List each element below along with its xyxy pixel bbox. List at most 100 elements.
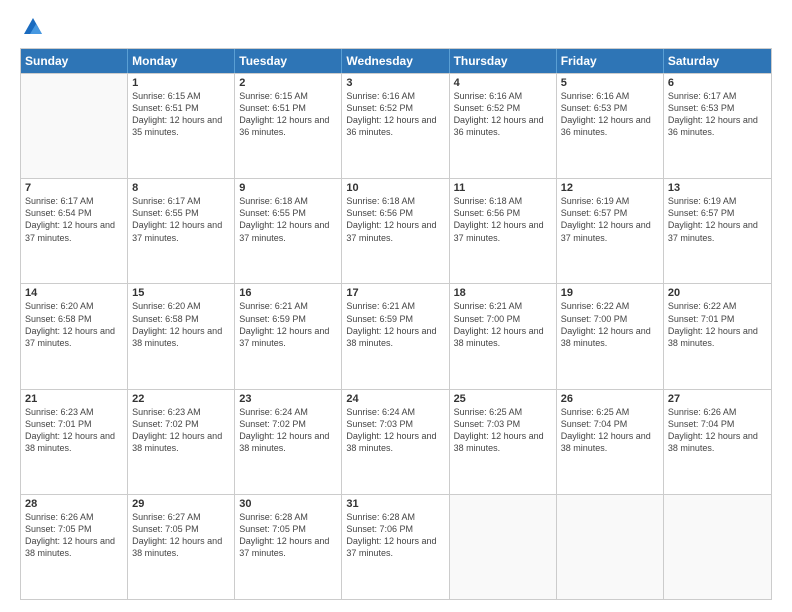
weekday-header: Thursday (450, 49, 557, 73)
day-info: Sunrise: 6:26 AMSunset: 7:05 PMDaylight:… (25, 511, 123, 560)
calendar-cell: 31Sunrise: 6:28 AMSunset: 7:06 PMDayligh… (342, 495, 449, 599)
calendar-cell: 26Sunrise: 6:25 AMSunset: 7:04 PMDayligh… (557, 390, 664, 494)
calendar-cell (664, 495, 771, 599)
calendar-cell: 10Sunrise: 6:18 AMSunset: 6:56 PMDayligh… (342, 179, 449, 283)
day-number: 29 (132, 498, 230, 510)
day-number: 20 (668, 287, 767, 299)
day-number: 19 (561, 287, 659, 299)
day-info: Sunrise: 6:18 AMSunset: 6:56 PMDaylight:… (454, 195, 552, 244)
day-number: 11 (454, 182, 552, 194)
day-info: Sunrise: 6:19 AMSunset: 6:57 PMDaylight:… (561, 195, 659, 244)
day-number: 14 (25, 287, 123, 299)
calendar-cell: 5Sunrise: 6:16 AMSunset: 6:53 PMDaylight… (557, 74, 664, 178)
day-number: 28 (25, 498, 123, 510)
calendar-body: 1Sunrise: 6:15 AMSunset: 6:51 PMDaylight… (21, 73, 771, 599)
calendar-cell (21, 74, 128, 178)
calendar-cell: 25Sunrise: 6:25 AMSunset: 7:03 PMDayligh… (450, 390, 557, 494)
day-number: 1 (132, 77, 230, 89)
day-number: 7 (25, 182, 123, 194)
day-info: Sunrise: 6:19 AMSunset: 6:57 PMDaylight:… (668, 195, 767, 244)
calendar-cell: 17Sunrise: 6:21 AMSunset: 6:59 PMDayligh… (342, 284, 449, 388)
day-number: 21 (25, 393, 123, 405)
day-info: Sunrise: 6:22 AMSunset: 7:00 PMDaylight:… (561, 300, 659, 349)
calendar-row: 7Sunrise: 6:17 AMSunset: 6:54 PMDaylight… (21, 178, 771, 283)
weekday-header: Tuesday (235, 49, 342, 73)
day-number: 6 (668, 77, 767, 89)
day-number: 5 (561, 77, 659, 89)
calendar-cell: 23Sunrise: 6:24 AMSunset: 7:02 PMDayligh… (235, 390, 342, 494)
day-number: 2 (239, 77, 337, 89)
calendar-row: 14Sunrise: 6:20 AMSunset: 6:58 PMDayligh… (21, 283, 771, 388)
calendar-row: 21Sunrise: 6:23 AMSunset: 7:01 PMDayligh… (21, 389, 771, 494)
day-info: Sunrise: 6:24 AMSunset: 7:03 PMDaylight:… (346, 406, 444, 455)
day-info: Sunrise: 6:23 AMSunset: 7:02 PMDaylight:… (132, 406, 230, 455)
day-number: 17 (346, 287, 444, 299)
weekday-header: Saturday (664, 49, 771, 73)
day-info: Sunrise: 6:17 AMSunset: 6:55 PMDaylight:… (132, 195, 230, 244)
day-number: 9 (239, 182, 337, 194)
day-info: Sunrise: 6:17 AMSunset: 6:53 PMDaylight:… (668, 90, 767, 139)
day-info: Sunrise: 6:20 AMSunset: 6:58 PMDaylight:… (25, 300, 123, 349)
day-info: Sunrise: 6:16 AMSunset: 6:52 PMDaylight:… (454, 90, 552, 139)
calendar-cell: 3Sunrise: 6:16 AMSunset: 6:52 PMDaylight… (342, 74, 449, 178)
day-info: Sunrise: 6:23 AMSunset: 7:01 PMDaylight:… (25, 406, 123, 455)
day-number: 4 (454, 77, 552, 89)
weekday-header: Monday (128, 49, 235, 73)
day-number: 13 (668, 182, 767, 194)
calendar-cell: 7Sunrise: 6:17 AMSunset: 6:54 PMDaylight… (21, 179, 128, 283)
day-number: 31 (346, 498, 444, 510)
calendar-cell (557, 495, 664, 599)
day-number: 8 (132, 182, 230, 194)
day-info: Sunrise: 6:18 AMSunset: 6:55 PMDaylight:… (239, 195, 337, 244)
weekday-header: Wednesday (342, 49, 449, 73)
day-number: 16 (239, 287, 337, 299)
calendar-cell: 9Sunrise: 6:18 AMSunset: 6:55 PMDaylight… (235, 179, 342, 283)
calendar-cell: 29Sunrise: 6:27 AMSunset: 7:05 PMDayligh… (128, 495, 235, 599)
day-number: 18 (454, 287, 552, 299)
day-number: 22 (132, 393, 230, 405)
logo-icon (22, 16, 44, 38)
day-info: Sunrise: 6:22 AMSunset: 7:01 PMDaylight:… (668, 300, 767, 349)
weekday-header: Friday (557, 49, 664, 73)
calendar-cell: 19Sunrise: 6:22 AMSunset: 7:00 PMDayligh… (557, 284, 664, 388)
day-info: Sunrise: 6:26 AMSunset: 7:04 PMDaylight:… (668, 406, 767, 455)
day-info: Sunrise: 6:27 AMSunset: 7:05 PMDaylight:… (132, 511, 230, 560)
calendar-cell: 4Sunrise: 6:16 AMSunset: 6:52 PMDaylight… (450, 74, 557, 178)
day-info: Sunrise: 6:28 AMSunset: 7:06 PMDaylight:… (346, 511, 444, 560)
day-number: 15 (132, 287, 230, 299)
day-info: Sunrise: 6:18 AMSunset: 6:56 PMDaylight:… (346, 195, 444, 244)
day-number: 27 (668, 393, 767, 405)
day-info: Sunrise: 6:25 AMSunset: 7:03 PMDaylight:… (454, 406, 552, 455)
day-info: Sunrise: 6:17 AMSunset: 6:54 PMDaylight:… (25, 195, 123, 244)
day-info: Sunrise: 6:15 AMSunset: 6:51 PMDaylight:… (239, 90, 337, 139)
calendar-row: 1Sunrise: 6:15 AMSunset: 6:51 PMDaylight… (21, 73, 771, 178)
day-number: 23 (239, 393, 337, 405)
day-info: Sunrise: 6:15 AMSunset: 6:51 PMDaylight:… (132, 90, 230, 139)
calendar-cell: 24Sunrise: 6:24 AMSunset: 7:03 PMDayligh… (342, 390, 449, 494)
calendar-cell: 1Sunrise: 6:15 AMSunset: 6:51 PMDaylight… (128, 74, 235, 178)
calendar-cell: 21Sunrise: 6:23 AMSunset: 7:01 PMDayligh… (21, 390, 128, 494)
calendar-cell: 22Sunrise: 6:23 AMSunset: 7:02 PMDayligh… (128, 390, 235, 494)
calendar-cell: 13Sunrise: 6:19 AMSunset: 6:57 PMDayligh… (664, 179, 771, 283)
day-number: 10 (346, 182, 444, 194)
day-number: 24 (346, 393, 444, 405)
calendar-cell: 14Sunrise: 6:20 AMSunset: 6:58 PMDayligh… (21, 284, 128, 388)
calendar-cell (450, 495, 557, 599)
calendar-cell: 18Sunrise: 6:21 AMSunset: 7:00 PMDayligh… (450, 284, 557, 388)
day-info: Sunrise: 6:16 AMSunset: 6:53 PMDaylight:… (561, 90, 659, 139)
calendar-cell: 6Sunrise: 6:17 AMSunset: 6:53 PMDaylight… (664, 74, 771, 178)
calendar-header: SundayMondayTuesdayWednesdayThursdayFrid… (21, 49, 771, 73)
day-info: Sunrise: 6:16 AMSunset: 6:52 PMDaylight:… (346, 90, 444, 139)
calendar-cell: 16Sunrise: 6:21 AMSunset: 6:59 PMDayligh… (235, 284, 342, 388)
page-header (20, 16, 772, 38)
calendar-cell: 11Sunrise: 6:18 AMSunset: 6:56 PMDayligh… (450, 179, 557, 283)
calendar-cell: 27Sunrise: 6:26 AMSunset: 7:04 PMDayligh… (664, 390, 771, 494)
calendar-cell: 15Sunrise: 6:20 AMSunset: 6:58 PMDayligh… (128, 284, 235, 388)
calendar-cell: 20Sunrise: 6:22 AMSunset: 7:01 PMDayligh… (664, 284, 771, 388)
calendar: SundayMondayTuesdayWednesdayThursdayFrid… (20, 48, 772, 600)
calendar-cell: 30Sunrise: 6:28 AMSunset: 7:05 PMDayligh… (235, 495, 342, 599)
calendar-row: 28Sunrise: 6:26 AMSunset: 7:05 PMDayligh… (21, 494, 771, 599)
day-number: 25 (454, 393, 552, 405)
weekday-header: Sunday (21, 49, 128, 73)
day-info: Sunrise: 6:28 AMSunset: 7:05 PMDaylight:… (239, 511, 337, 560)
